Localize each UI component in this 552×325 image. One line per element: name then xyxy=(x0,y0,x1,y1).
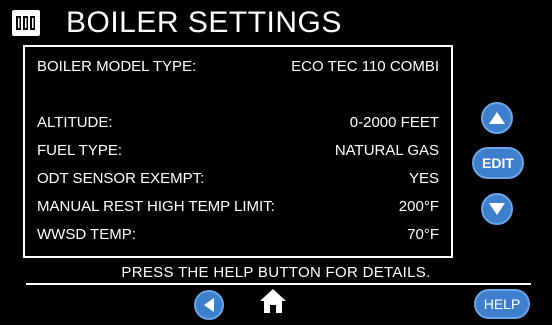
brand-logo-icon xyxy=(12,10,40,36)
setting-row-altitude: ALTITUDE: 0-2000 FEET xyxy=(37,113,439,133)
back-button[interactable] xyxy=(194,290,224,320)
edit-button[interactable]: EDIT xyxy=(472,147,524,179)
arrow-left-icon xyxy=(204,298,214,312)
setting-value: 0-2000 FEET xyxy=(349,114,439,131)
page-title: BOILER SETTINGS xyxy=(66,6,342,39)
setting-label: FUEL TYPE: xyxy=(37,142,123,159)
setting-label: ODT SENSOR EXEMPT: xyxy=(37,170,205,187)
scroll-up-button[interactable] xyxy=(481,102,513,134)
setting-label: ALTITUDE: xyxy=(37,114,113,131)
setting-value: 70°F xyxy=(407,226,439,243)
setting-label: BOILER MODEL TYPE: xyxy=(37,58,197,75)
arrow-down-icon xyxy=(489,203,505,215)
setting-label: WWSD TEMP: xyxy=(37,226,136,243)
settings-panel: BOILER MODEL TYPE: ECO TEC 110 COMBI ALT… xyxy=(23,45,453,258)
setting-value: 200°F xyxy=(398,198,439,215)
scroll-down-button[interactable] xyxy=(481,193,513,225)
footer-divider xyxy=(26,283,531,285)
help-instruction-text: PRESS THE HELP BUTTON FOR DETAILS. xyxy=(121,264,431,281)
setting-row-fuel-type: FUEL TYPE: NATURAL GAS xyxy=(37,141,439,161)
arrow-up-icon xyxy=(489,112,505,124)
setting-value: NATURAL GAS xyxy=(334,142,439,159)
setting-row-odt-sensor: ODT SENSOR EXEMPT: YES xyxy=(37,169,439,189)
setting-label: MANUAL REST HIGH TEMP LIMIT: xyxy=(37,198,275,215)
setting-row-wwsd-temp: WWSD TEMP: 70°F xyxy=(37,225,439,245)
home-button[interactable] xyxy=(259,288,287,314)
boiler-settings-screen: BOILER SETTINGS BOILER MODEL TYPE: ECO T… xyxy=(0,0,552,325)
setting-row-boiler-model: BOILER MODEL TYPE: ECO TEC 110 COMBI xyxy=(37,57,439,77)
setting-value: YES xyxy=(408,170,439,187)
help-button[interactable]: HELP xyxy=(474,289,530,319)
setting-value: ECO TEC 110 COMBI xyxy=(291,58,439,75)
home-icon xyxy=(260,289,286,313)
setting-row-high-temp-limit: MANUAL REST HIGH TEMP LIMIT: 200°F xyxy=(37,197,439,217)
